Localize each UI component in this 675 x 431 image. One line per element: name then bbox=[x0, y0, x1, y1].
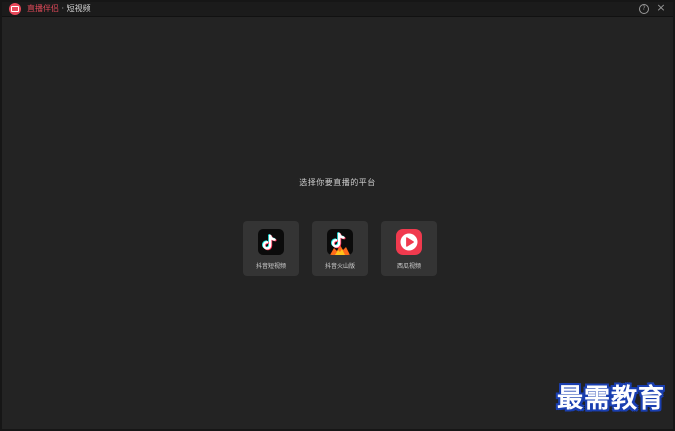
platform-card-xigua[interactable]: 西瓜视频 bbox=[381, 221, 437, 276]
app-window: 直播伴侣 · 短视频 ? × 选择你要直播的平台 抖音短视频 抖音火山版 西瓜视… bbox=[0, 0, 675, 431]
platform-label: 西瓜视频 bbox=[396, 263, 421, 270]
platform-prompt: 选择你要直播的平台 bbox=[299, 178, 376, 187]
watermark: 最需教育 bbox=[556, 384, 665, 414]
platform-label: 抖音短视频 bbox=[255, 263, 286, 270]
title-mode: 短视频 bbox=[66, 4, 91, 13]
app-logo-icon bbox=[9, 3, 21, 15]
title-app-name: 直播伴侣 bbox=[27, 4, 59, 13]
help-circle-icon[interactable]: ? bbox=[639, 4, 649, 14]
close-icon[interactable]: × bbox=[656, 2, 666, 14]
window-title: 直播伴侣 · 短视频 bbox=[27, 3, 91, 15]
douyin-huoshan-icon bbox=[327, 229, 353, 255]
platform-label: 抖音火山版 bbox=[324, 263, 355, 270]
platform-card-huoshan[interactable]: 抖音火山版 bbox=[312, 221, 368, 276]
platform-list: 抖音短视频 抖音火山版 西瓜视频 bbox=[243, 221, 437, 276]
title-bar: 直播伴侣 · 短视频 ? × bbox=[2, 2, 673, 17]
platform-card-douyin[interactable]: 抖音短视频 bbox=[243, 221, 299, 276]
douyin-icon bbox=[258, 229, 284, 255]
xigua-video-icon bbox=[396, 229, 422, 255]
title-separator: · bbox=[59, 4, 67, 13]
